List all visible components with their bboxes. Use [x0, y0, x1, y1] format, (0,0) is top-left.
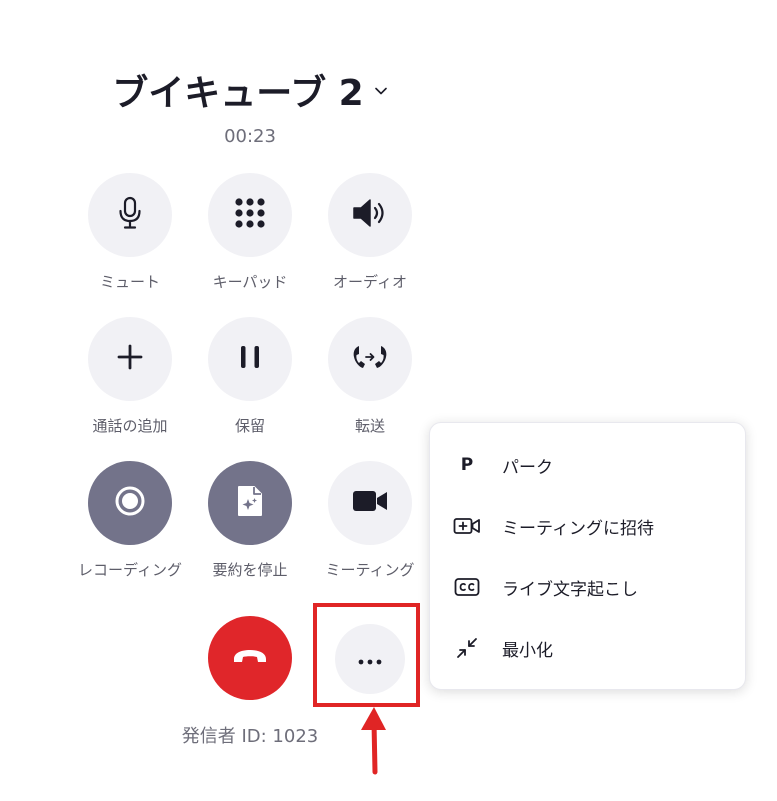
keypad-circle[interactable]: [208, 173, 292, 257]
meeting-label: ミーティング: [325, 561, 415, 579]
keypad-label: キーパッド: [212, 273, 288, 291]
audio-label: オーディオ: [333, 273, 407, 291]
mute-label: ミュート: [99, 273, 160, 291]
menu-item-minimize[interactable]: 最小化: [430, 620, 745, 676]
add-call-circle[interactable]: [88, 317, 172, 401]
add-call-button[interactable]: 通話の追加: [65, 317, 195, 441]
more-options-button[interactable]: [335, 624, 405, 694]
transfer-icon: [351, 343, 389, 375]
keypad-button[interactable]: キーパッド: [185, 173, 315, 297]
minimize-icon: [452, 633, 482, 663]
ellipsis-icon: [358, 650, 382, 669]
record-icon: [114, 485, 146, 521]
transfer-button[interactable]: 転送: [305, 317, 435, 441]
menu-item-minimize-label: 最小化: [502, 640, 553, 661]
hang-up-icon: [231, 647, 269, 669]
mute-button[interactable]: ミュート: [65, 173, 195, 297]
add-call-label: 通話の追加: [92, 417, 168, 435]
call-title-text: ブイキューブ 2: [112, 73, 364, 114]
call-title[interactable]: ブイキューブ 2: [112, 60, 387, 120]
menu-item-live-transcription-label: ライブ文字起こし: [502, 579, 638, 600]
plus-icon: [117, 344, 143, 374]
record-circle[interactable]: [88, 461, 172, 545]
speaker-icon: [352, 198, 388, 232]
record-label: レコーディング: [78, 561, 182, 579]
closed-caption-icon: [452, 572, 482, 602]
call-window: ブイキューブ 2 00:23 ミュート キーパッド オーディオ 通話の追加 保留…: [0, 0, 777, 801]
audio-circle[interactable]: [328, 173, 412, 257]
menu-item-park[interactable]: P パーク: [430, 437, 745, 493]
stop-summary-label: 要約を停止: [212, 561, 288, 579]
stop-summary-circle[interactable]: [208, 461, 292, 545]
meeting-circle[interactable]: [328, 461, 412, 545]
hold-label: 保留: [234, 417, 265, 435]
park-icon: P: [460, 455, 474, 475]
meeting-button[interactable]: ミーティング: [305, 461, 435, 585]
pause-icon: [238, 344, 262, 374]
annotation-arrow: [350, 700, 400, 780]
audio-button[interactable]: オーディオ: [305, 173, 435, 297]
menu-item-park-label: パーク: [502, 457, 553, 478]
video-camera-icon: [352, 489, 388, 517]
microphone-icon: [117, 196, 143, 234]
hold-button[interactable]: 保留: [185, 317, 315, 441]
keypad-icon: [234, 197, 266, 233]
more-options-menu: P パーク ミーティングに招待 ライブ文字起こし 最小化: [429, 422, 746, 690]
menu-item-invite-meeting-label: ミーティングに招待: [502, 518, 654, 539]
transfer-circle[interactable]: [328, 317, 412, 401]
invite-video-icon: [452, 511, 482, 541]
menu-item-invite-meeting[interactable]: ミーティングに招待: [430, 498, 745, 554]
stop-summary-button[interactable]: 要約を停止: [185, 461, 315, 585]
caller-id: 発信者 ID: 1023: [181, 726, 319, 747]
record-button[interactable]: レコーディング: [65, 461, 195, 585]
mute-circle[interactable]: [88, 173, 172, 257]
transfer-label: 転送: [354, 417, 385, 435]
chevron-down-icon[interactable]: [374, 83, 388, 99]
end-call-button[interactable]: [208, 616, 292, 700]
hold-circle[interactable]: [208, 317, 292, 401]
ai-summary-icon: [236, 484, 264, 522]
menu-item-live-transcription[interactable]: ライブ文字起こし: [430, 559, 745, 615]
call-timer: 00:23: [224, 126, 276, 147]
